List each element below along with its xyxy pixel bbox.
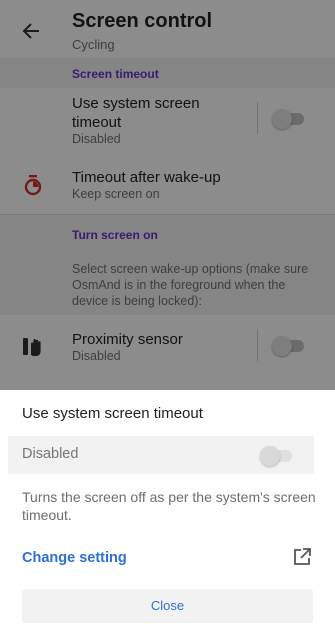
change-setting-link[interactable]: Change setting [22,550,127,566]
sheet-description: Turns the screen off as per the system's… [22,489,316,523]
sheet-toggle-label: Disabled [22,446,79,462]
settings-screen: Screen control Cycling Screen timeout Us… [0,0,335,390]
sheet-toggle-row[interactable]: Disabled [8,436,314,474]
bottom-sheet: Use system screen timeout Disabled Turns… [0,390,335,630]
dim-overlay[interactable] [0,0,335,390]
sheet-toggle-switch[interactable] [260,446,292,466]
close-button[interactable]: Close [22,589,313,623]
external-link-icon[interactable] [292,547,312,567]
sheet-title: Use system screen timeout [22,405,203,422]
